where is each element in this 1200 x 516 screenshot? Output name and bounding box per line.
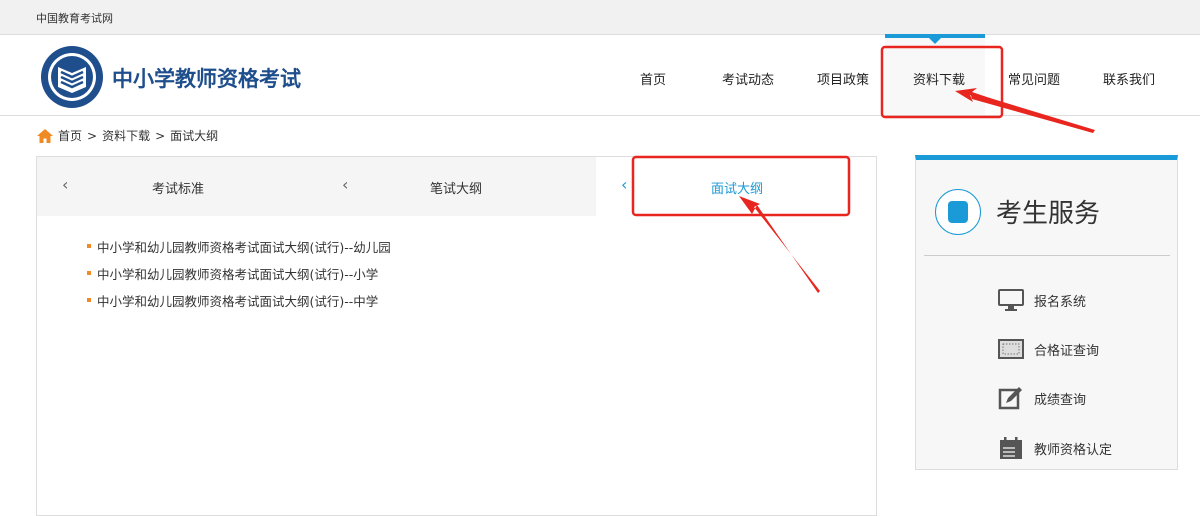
edit-icon bbox=[998, 387, 1022, 410]
logo-emblem[interactable] bbox=[40, 45, 104, 109]
breadcrumb-current: 面试大纲 bbox=[170, 129, 219, 143]
service-label: 报名系统 bbox=[1034, 294, 1087, 310]
nav-item-faq[interactable]: 常见问题 bbox=[1008, 69, 1060, 88]
breadcrumb-separator: > bbox=[87, 128, 98, 143]
nav-item-contact[interactable]: 联系我们 bbox=[1103, 69, 1155, 88]
chevron-left-icon: ‹ bbox=[621, 175, 628, 194]
document-link[interactable]: 中小学和幼儿园教师资格考试面试大纲(试行)--中学 bbox=[87, 291, 391, 318]
contact-book-icon bbox=[935, 189, 981, 235]
nav-active-caret bbox=[929, 38, 941, 44]
services-title: 考生服务 bbox=[996, 199, 1101, 229]
header: 中小学教师资格考试 首页 考试动态 项目政策 资料下载 常见问题 联系我们 bbox=[0, 34, 1200, 116]
service-teacher-certification[interactable]: 教师资格认定 bbox=[998, 436, 1112, 460]
tab-label: 考试标准 bbox=[151, 182, 205, 197]
nav-item-news[interactable]: 考试动态 bbox=[722, 69, 774, 88]
divider bbox=[924, 255, 1170, 256]
chevron-left-icon: ‹ bbox=[342, 175, 349, 194]
service-label: 教师资格认定 bbox=[1034, 442, 1113, 458]
document-link[interactable]: 中小学和幼儿园教师资格考试面试大纲(试行)--幼儿园 bbox=[87, 237, 391, 264]
site-link[interactable]: 中国教育考试网 bbox=[36, 10, 113, 26]
top-bar: 中国教育考试网 bbox=[0, 0, 1200, 35]
tab-exam-standards[interactable]: ‹ 考试标准 bbox=[37, 157, 317, 216]
site-title[interactable]: 中小学教师资格考试 bbox=[112, 63, 301, 93]
service-registration[interactable]: 报名系统 bbox=[998, 288, 1086, 312]
tab-bar: ‹ 考试标准 ‹ 笔试大纲 ‹ 面试大纲 bbox=[37, 157, 876, 216]
content-panel: ‹ 考试标准 ‹ 笔试大纲 ‹ 面试大纲 中小学和幼儿园教师资格考试面试大纲(试… bbox=[36, 156, 877, 516]
document-link[interactable]: 中小学和幼儿园教师资格考试面试大纲(试行)--小学 bbox=[87, 264, 391, 291]
chevron-left-icon: ‹ bbox=[62, 175, 69, 194]
document-list: 中小学和幼儿园教师资格考试面试大纲(试行)--幼儿园 中小学和幼儿园教师资格考试… bbox=[87, 237, 391, 318]
home-icon bbox=[37, 128, 53, 143]
service-label: 合格证查询 bbox=[1034, 343, 1100, 359]
nav-item-downloads[interactable]: 资料下载 bbox=[913, 69, 965, 88]
service-label: 成绩查询 bbox=[1034, 392, 1087, 408]
breadcrumb: 首页 > 资料下载 > 面试大纲 bbox=[37, 127, 218, 144]
nav-item-home[interactable]: 首页 bbox=[640, 69, 666, 88]
tab-written-syllabus[interactable]: ‹ 笔试大纲 bbox=[317, 157, 596, 216]
nav-item-policy[interactable]: 项目政策 bbox=[817, 69, 869, 88]
breadcrumb-home[interactable]: 首页 bbox=[58, 127, 82, 144]
certificate-icon bbox=[998, 339, 1024, 359]
tab-label: 面试大纲 bbox=[710, 182, 764, 197]
monitor-icon bbox=[998, 289, 1024, 311]
service-certificate-query[interactable]: 合格证查询 bbox=[998, 337, 1099, 361]
candidate-services-panel: 考生服务 报名系统 合格证查询 成绩查询 教师资格认定 bbox=[915, 155, 1178, 470]
breadcrumb-downloads[interactable]: 资料下载 bbox=[102, 127, 150, 144]
breadcrumb-separator: > bbox=[155, 128, 166, 143]
calendar-icon bbox=[1000, 437, 1022, 459]
service-score-query[interactable]: 成绩查询 bbox=[998, 386, 1086, 410]
tab-label: 笔试大纲 bbox=[429, 182, 483, 197]
tab-interview-syllabus[interactable]: ‹ 面试大纲 bbox=[596, 157, 876, 216]
